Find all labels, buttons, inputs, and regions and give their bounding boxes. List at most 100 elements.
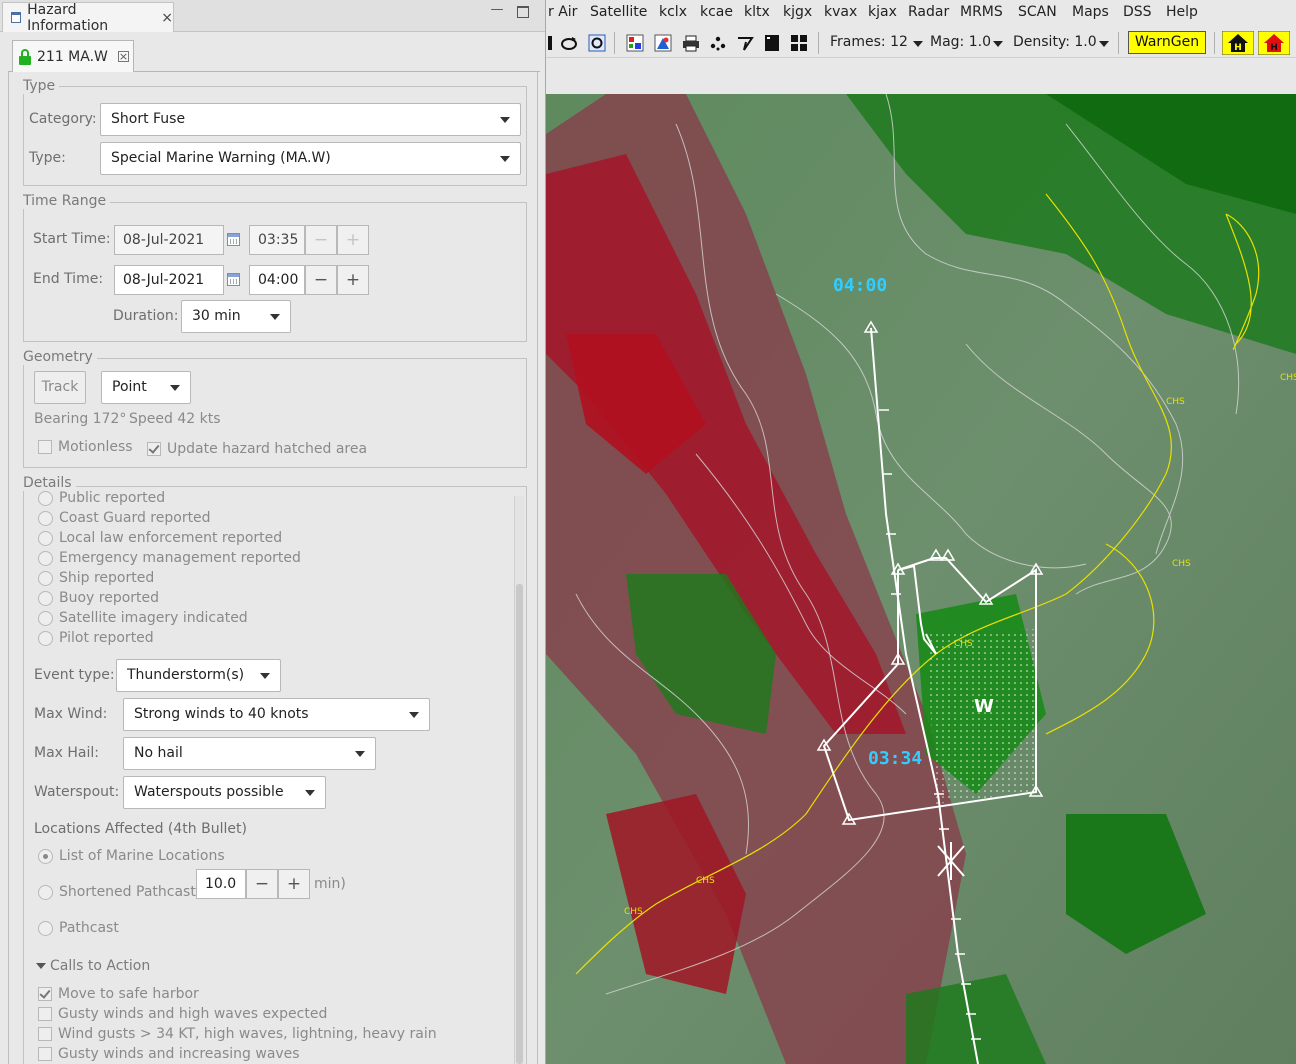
zone-label: CHS bbox=[696, 876, 715, 886]
menu-item-air[interactable]: r Air bbox=[548, 4, 577, 20]
panel-single-icon[interactable] bbox=[763, 34, 781, 52]
source-radio[interactable]: Pilot reported bbox=[38, 630, 154, 646]
waterspout-select[interactable]: Waterspouts possible bbox=[123, 776, 326, 809]
source-radio[interactable]: Coast Guard reported bbox=[38, 510, 211, 526]
hazard-alert-icon[interactable]: H bbox=[1258, 31, 1290, 55]
image-properties-icon[interactable] bbox=[626, 34, 644, 52]
cta-checkbox[interactable]: Wind gusts > 34 KT, high waves, lightnin… bbox=[38, 1026, 437, 1042]
source-radio[interactable]: Local law enforcement reported bbox=[38, 530, 282, 546]
type-group-title: Type bbox=[23, 78, 60, 94]
pathcast-minutes-field[interactable]: 10.0 bbox=[196, 869, 246, 899]
motionless-checkbox[interactable]: Motionless bbox=[38, 439, 133, 455]
loc-pathcast-radio[interactable]: Pathcast bbox=[38, 920, 119, 936]
checkbox-box bbox=[38, 1027, 52, 1041]
maximize-icon[interactable] bbox=[517, 6, 529, 18]
menu-item-help[interactable]: Help bbox=[1166, 4, 1198, 20]
time-range-title: Time Range bbox=[23, 193, 111, 209]
panel-multi-icon[interactable] bbox=[790, 34, 808, 52]
start-time-increment[interactable]: + bbox=[337, 225, 369, 255]
end-date-field[interactable]: 08-Jul-2021 bbox=[114, 265, 224, 295]
radio-dot bbox=[38, 610, 53, 626]
chevron-down-icon[interactable] bbox=[993, 41, 1003, 47]
points-icon[interactable] bbox=[709, 34, 727, 52]
end-time-decrement[interactable]: − bbox=[305, 265, 337, 295]
duration-label: Duration: bbox=[113, 308, 179, 324]
start-time-field[interactable]: 03:35 bbox=[249, 225, 305, 255]
radar-display[interactable]: 04:00 03:34 W CHS CHS CHS CHS CHS CHS bbox=[546, 94, 1296, 1064]
tab-close-icon[interactable]: × bbox=[117, 51, 129, 62]
menu-item-kcae[interactable]: kcae bbox=[700, 4, 733, 20]
minimize-icon[interactable]: — bbox=[490, 3, 504, 18]
category-select[interactable]: Short Fuse bbox=[100, 103, 521, 136]
max-hail-select[interactable]: No hail bbox=[123, 737, 376, 770]
loop-icon[interactable] bbox=[560, 34, 578, 52]
cta-checkbox[interactable]: Move to safe harbor bbox=[38, 986, 199, 1002]
menu-item-scan[interactable]: SCAN bbox=[1018, 4, 1057, 20]
details-scrollbar[interactable] bbox=[514, 496, 524, 1064]
menu-item-satellite[interactable]: Satellite bbox=[590, 4, 647, 20]
radio-dot bbox=[38, 530, 53, 546]
radio-dot bbox=[38, 920, 53, 936]
source-radio[interactable]: Public reported bbox=[38, 490, 165, 506]
image-combine-icon[interactable] bbox=[654, 34, 672, 52]
track-button[interactable]: Track bbox=[34, 371, 86, 404]
geometry-mode-select[interactable]: Point bbox=[101, 371, 191, 404]
radio-dot bbox=[38, 490, 53, 506]
menu-item-mrms[interactable]: MRMS bbox=[960, 4, 1003, 20]
max-wind-select[interactable]: Strong winds to 40 knots bbox=[123, 698, 430, 731]
motionless-label: Motionless bbox=[58, 439, 133, 455]
loc-list-radio[interactable]: List of Marine Locations bbox=[38, 848, 225, 864]
update-hatched-checkbox[interactable]: Update hazard hatched area bbox=[147, 441, 367, 457]
baseline-icon[interactable] bbox=[736, 34, 754, 52]
end-time-increment[interactable]: + bbox=[337, 265, 369, 295]
menu-item-kjax[interactable]: kjax bbox=[868, 4, 897, 20]
chevron-down-icon[interactable] bbox=[1099, 41, 1109, 47]
details-scroll-area[interactable]: Public reported Coast Guard reported Loc… bbox=[23, 486, 527, 1064]
frames-control[interactable]: Frames: 12 bbox=[830, 34, 908, 50]
menu-item-maps[interactable]: Maps bbox=[1072, 4, 1109, 20]
checkbox-box bbox=[38, 987, 52, 1001]
event-type-select[interactable]: Thunderstorm(s) bbox=[116, 659, 281, 692]
hazard-tab-bar: 211 MA.W × bbox=[8, 38, 540, 73]
window-icon bbox=[11, 12, 22, 23]
menu-item-kvax[interactable]: kvax bbox=[824, 4, 857, 20]
calendar-icon[interactable] bbox=[227, 233, 240, 246]
source-radio[interactable]: Emergency management reported bbox=[38, 550, 301, 566]
calendar-icon[interactable] bbox=[227, 273, 240, 286]
type-select[interactable]: Special Marine Warning (MA.W) bbox=[100, 142, 521, 175]
end-time-field[interactable]: 04:00 bbox=[249, 265, 305, 295]
source-radio[interactable]: Satellite imagery indicated bbox=[38, 610, 248, 626]
warngen-button[interactable]: WarnGen bbox=[1128, 31, 1206, 54]
menu-item-kjgx[interactable]: kjgx bbox=[783, 4, 812, 20]
partial-icon[interactable] bbox=[546, 34, 554, 52]
cta-checkbox[interactable]: Gusty winds and increasing waves bbox=[38, 1046, 300, 1062]
duration-select[interactable]: 30 min bbox=[181, 300, 291, 333]
start-time-decrement[interactable]: − bbox=[305, 225, 337, 255]
menu-bar: r Air Satellite kclx kcae kltx kjgx kvax… bbox=[546, 0, 1296, 28]
cta-checkbox[interactable]: Gusty winds and high waves expected bbox=[38, 1006, 327, 1022]
close-icon[interactable]: × bbox=[161, 10, 173, 26]
source-radio[interactable]: Buoy reported bbox=[38, 590, 159, 606]
radar-map[interactable]: 04:00 03:34 W CHS CHS CHS CHS CHS CHS bbox=[546, 94, 1296, 1064]
pathcast-increment[interactable]: + bbox=[278, 869, 310, 899]
print-icon[interactable] bbox=[682, 34, 700, 52]
hazard-content: Type Category: Short Fuse Type: Special … bbox=[8, 72, 538, 1064]
hazard-services-icon[interactable]: H bbox=[1222, 31, 1254, 55]
menu-item-radar[interactable]: Radar bbox=[908, 4, 949, 20]
menu-item-kclx[interactable]: kclx bbox=[659, 4, 687, 20]
menu-item-dss[interactable]: DSS bbox=[1123, 4, 1152, 20]
calls-to-action-toggle[interactable]: Calls to Action bbox=[36, 958, 150, 974]
density-control[interactable]: Density: 1.0 bbox=[1013, 34, 1097, 50]
hazard-information-tab[interactable]: Hazard Information × bbox=[2, 2, 174, 34]
hazard-tab[interactable]: 211 MA.W × bbox=[12, 40, 134, 73]
chevron-down-icon[interactable] bbox=[913, 41, 923, 47]
start-date-field[interactable]: 08-Jul-2021 bbox=[114, 225, 224, 255]
mag-control[interactable]: Mag: 1.0 bbox=[930, 34, 991, 50]
menu-item-kltx[interactable]: kltx bbox=[744, 4, 770, 20]
pathcast-decrement[interactable]: − bbox=[246, 869, 278, 899]
loc-short-radio[interactable]: Shortened Pathcast ( bbox=[38, 884, 206, 900]
source-radio[interactable]: Ship reported bbox=[38, 570, 154, 586]
toolbar: Frames: 12 Mag: 1.0 Density: 1.0 WarnGen… bbox=[546, 28, 1296, 58]
refresh-icon[interactable] bbox=[588, 34, 606, 52]
scrollbar-thumb[interactable] bbox=[516, 584, 523, 1064]
